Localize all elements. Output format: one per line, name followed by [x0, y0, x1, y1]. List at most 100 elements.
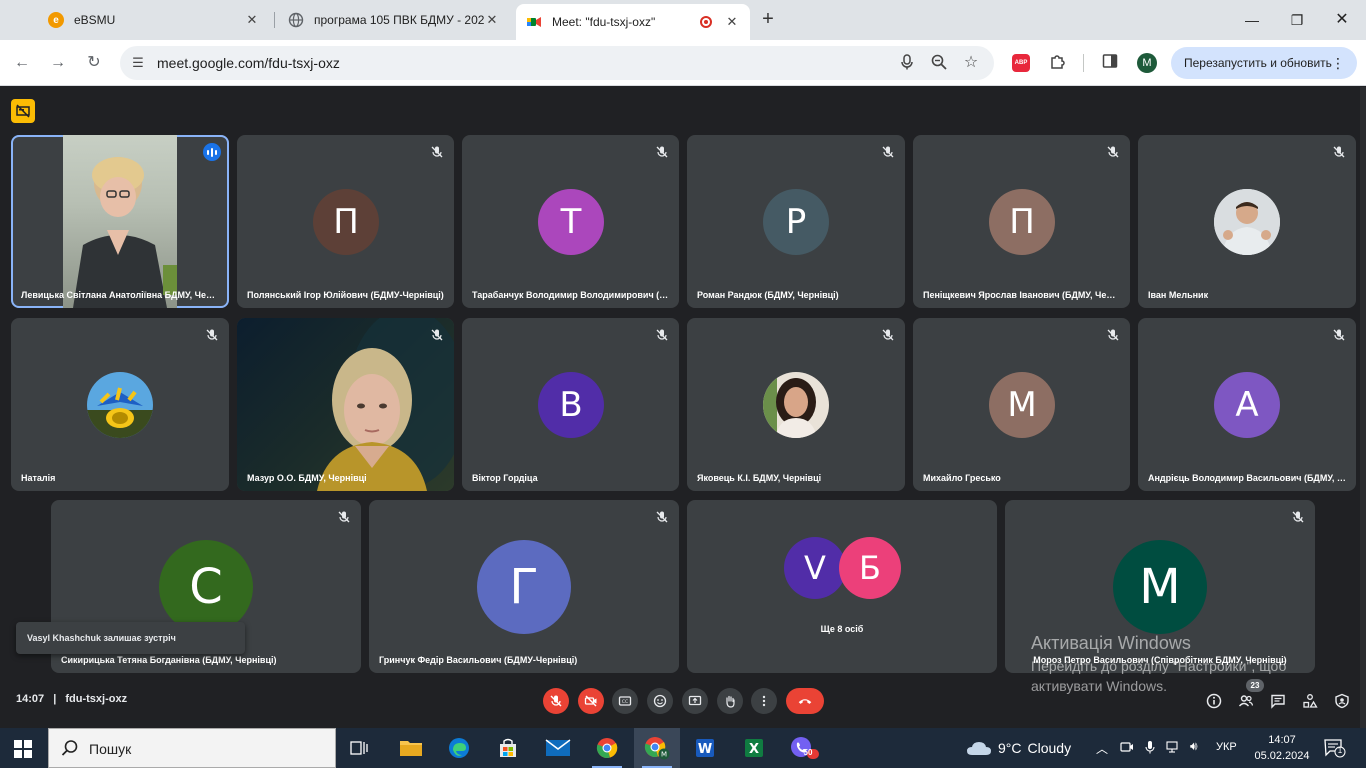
microsoft-store-icon[interactable] [485, 728, 531, 768]
restore-window-icon[interactable]: ❐ [1285, 8, 1309, 32]
meeting-code[interactable]: fdu-tsxj-oxz [65, 693, 127, 705]
reload-icon[interactable]: ↻ [83, 52, 105, 74]
participant-tile[interactable]: Іван Мельник [1138, 135, 1356, 308]
meeting-separator: | [53, 693, 57, 705]
participant-tile[interactable]: Г Гринчук Федір Васильович (БДМУ-Чернівц… [369, 500, 679, 673]
language-indicator[interactable]: УКР [1216, 741, 1237, 753]
more-vert-icon[interactable]: ⋮ [1331, 47, 1345, 79]
more-vert-icon [762, 695, 766, 707]
meeting-details: 14:07 | fdu-tsxj-oxz [16, 693, 127, 705]
forward-arrow-icon[interactable]: → [47, 52, 69, 74]
mic-off-icon [431, 146, 443, 158]
task-view-icon[interactable] [337, 728, 383, 768]
activation-watermark-title: Активація Windows [1031, 633, 1191, 653]
tray-camera-icon[interactable] [1120, 740, 1134, 757]
weather-widget[interactable]: 9°C Cloudy [966, 736, 1078, 760]
svg-text:M: M [661, 751, 667, 759]
file-explorer-icon[interactable] [388, 728, 434, 768]
host-controls-icon[interactable] [1332, 691, 1352, 711]
participant-tile[interactable]: Наталія [11, 318, 229, 491]
taskbar-search-box[interactable]: Пошук [48, 728, 336, 768]
extensions-puzzle-icon[interactable] [1048, 53, 1068, 73]
participant-name: Михайло Гресько [923, 473, 1001, 483]
screen: e eBSMU ✕ програма 105 ПВК БДМУ - 202 ✕ … [0, 0, 1366, 768]
mic-toggle-button[interactable] [543, 688, 569, 714]
chrome-icon[interactable] [584, 728, 630, 768]
excel-icon[interactable]: X [731, 728, 777, 768]
windows-start-icon[interactable] [14, 740, 32, 758]
mic-off-icon [1107, 146, 1119, 158]
participant-name: Іван Мельник [1148, 290, 1209, 300]
scrollbar[interactable] [1360, 87, 1366, 728]
meeting-info-icon[interactable] [1204, 691, 1224, 711]
minimize-window-icon[interactable]: — [1240, 8, 1264, 32]
participant-tile[interactable]: П Полянський Ігор Юлійович (БДМУ-Чернівц… [237, 135, 454, 308]
participant-tile[interactable]: Левицька Світлана Анатоліївна БДМУ, Черн… [11, 135, 229, 308]
participant-tile[interactable]: Т Тарабанчук Володимир Володимирович (БД… [462, 135, 679, 308]
emoji-reaction-button[interactable] [647, 688, 673, 714]
new-tab-button[interactable]: + [758, 9, 778, 29]
chat-icon[interactable] [1268, 691, 1288, 711]
tab-ebsmu[interactable]: e eBSMU ✕ [38, 5, 270, 35]
present-screen-button[interactable] [682, 688, 708, 714]
word-icon[interactable]: W [682, 728, 728, 768]
mic-off-icon [338, 511, 350, 523]
tray-overflow-chevron-icon[interactable]: ︿ [1096, 740, 1108, 757]
participant-tile[interactable]: П Пеніщкевич Ярослав Іванович (БДМУ, Чер… [913, 135, 1130, 308]
recording-badge-icon[interactable] [11, 99, 35, 123]
edge-browser-icon[interactable] [436, 728, 482, 768]
side-panel-icon[interactable] [1100, 53, 1120, 73]
captions-icon: CC [618, 696, 632, 706]
mic-off-icon [656, 146, 668, 158]
participant-tile[interactable]: В Віктор Гордіца [462, 318, 679, 491]
taskbar-clock[interactable]: 14:07 05.02.2024 [1252, 732, 1312, 764]
others-tile[interactable]: V Б Ще 8 осіб [687, 500, 997, 673]
participant-tile[interactable]: М Михайло Гресько [913, 318, 1130, 491]
profile-avatar[interactable]: M [1137, 53, 1157, 73]
adblock-extension-icon[interactable]: ABP [1012, 54, 1030, 72]
search-icon [61, 740, 78, 756]
raise-hand-button[interactable] [717, 688, 743, 714]
chrome-profile-m-icon[interactable]: M [634, 728, 680, 768]
tab-title: програма 105 ПВК БДМУ - 202 [314, 13, 484, 27]
close-tab-icon[interactable]: ✕ [244, 12, 260, 28]
close-tab-icon[interactable]: ✕ [724, 14, 740, 30]
participant-tile[interactable]: Яковець К.І. БДМУ, Чернівці [687, 318, 905, 491]
participant-tile[interactable]: Р Роман Рандюк (БДМУ, Чернівці) [687, 135, 905, 308]
participant-avatar: А [1214, 372, 1280, 438]
taskbar-search-placeholder: Пошук [89, 741, 132, 757]
participant-avatar: М [1113, 540, 1207, 634]
relaunch-update-button[interactable]: Перезапустить и обновить ⋮ [1171, 47, 1357, 79]
participant-name: Яковець К.І. БДМУ, Чернівці [697, 473, 822, 483]
tab-programa[interactable]: програма 105 ПВК БДМУ - 202 ✕ [278, 5, 510, 35]
notification-center-icon[interactable]: 1 [1324, 738, 1346, 758]
mail-icon[interactable] [535, 728, 581, 768]
participant-tile[interactable]: А Андрієць Володимир Васильович (БДМУ, Ч… [1138, 318, 1356, 491]
activities-icon[interactable] [1300, 691, 1320, 711]
volume-icon[interactable]: 🔊︎ [1190, 739, 1198, 754]
close-window-icon[interactable]: ✕ [1330, 8, 1354, 32]
back-arrow-icon[interactable]: ← [11, 52, 33, 74]
captions-button[interactable]: CC [612, 688, 638, 714]
site-settings-icon[interactable]: ☰ [130, 55, 146, 71]
people-icon[interactable] [1236, 691, 1256, 711]
url-text[interactable]: meet.google.com/fdu-tsxj-oxz [157, 55, 340, 71]
mic-off-icon [882, 329, 894, 341]
participant-name: Полянський Ігор Юлійович (БДМУ-Чернівці) [247, 290, 444, 300]
participant-tile[interactable]: Мазур О.О. БДМУ, Чернівці [237, 318, 454, 491]
more-options-button[interactable] [751, 688, 777, 714]
participant-video [237, 318, 454, 491]
tray-microphone-icon[interactable] [1144, 740, 1156, 757]
svg-text:CC: CC [622, 699, 628, 705]
address-bar[interactable]: ☰ meet.google.com/fdu-tsxj-oxz ☆ [120, 46, 994, 80]
mic-off-icon [206, 329, 218, 341]
close-tab-icon[interactable]: ✕ [484, 12, 500, 28]
zoom-icon[interactable] [930, 54, 948, 72]
bookmark-star-icon[interactable]: ☆ [962, 54, 980, 72]
microphone-icon[interactable] [898, 54, 916, 72]
leave-call-button[interactable] [786, 688, 824, 714]
network-icon[interactable] [1166, 740, 1182, 757]
mic-off-icon [1333, 146, 1345, 158]
camera-toggle-button[interactable] [578, 688, 604, 714]
tab-meet[interactable]: Meet: "fdu-tsxj-oxz" ✕ [516, 4, 750, 40]
